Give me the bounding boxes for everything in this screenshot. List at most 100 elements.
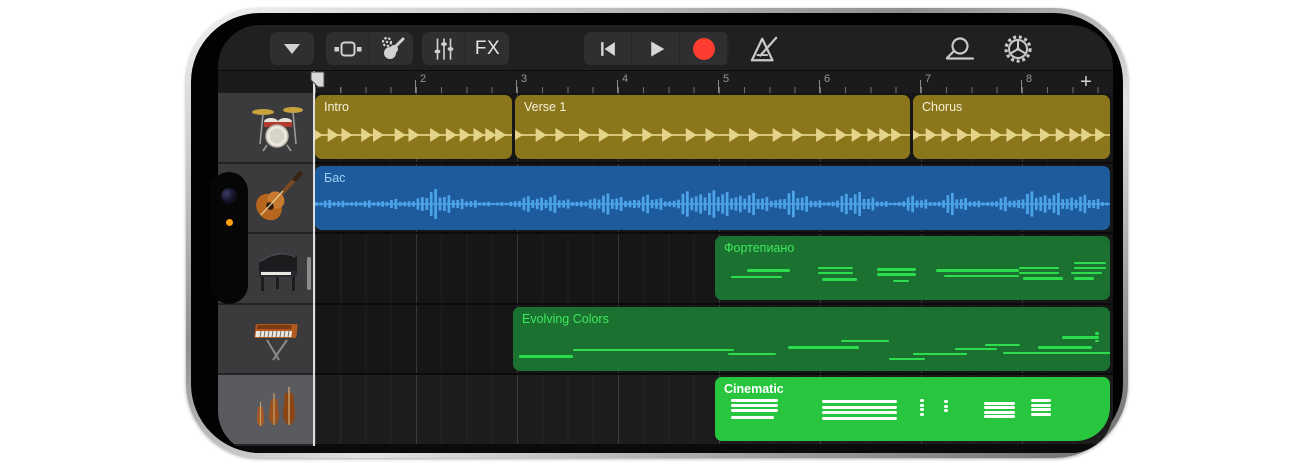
region-evolving-colors[interactable]: Evolving Colors: [513, 307, 1110, 371]
midi-note: [788, 346, 860, 348]
midi-note: [984, 406, 1016, 409]
midi-note: [944, 405, 948, 408]
track-header-synth[interactable]: [218, 305, 313, 376]
view-switch-group: [326, 32, 413, 65]
measure-label: 7: [925, 73, 931, 85]
playhead[interactable]: [313, 71, 315, 446]
gear-icon: [1002, 33, 1034, 65]
settings-button[interactable]: [1000, 33, 1036, 65]
midi-note: [984, 415, 1016, 418]
grand-piano-icon: [249, 241, 305, 295]
play-icon: [645, 38, 667, 60]
midi-note: [1019, 272, 1059, 274]
toolbar: FX: [218, 25, 1113, 70]
bass-guitar-icon: [249, 171, 305, 225]
midi-note: [984, 402, 1016, 405]
midi-note: [1003, 352, 1110, 354]
midi-note: [893, 280, 909, 282]
midi-note: [1074, 277, 1094, 279]
rewind-button[interactable]: [584, 32, 631, 65]
midi-note: [1031, 413, 1051, 416]
midi-note: [731, 404, 778, 407]
scroll-indicator[interactable]: [307, 257, 311, 290]
midi-note: [731, 276, 782, 278]
midi-note: [822, 278, 858, 280]
region-фортепиано[interactable]: Фортепиано: [715, 236, 1110, 300]
midi-note: [877, 268, 917, 270]
track-lane-strings[interactable]: Cinematic: [315, 375, 1113, 446]
midi-note: [822, 417, 897, 420]
midi-note: [818, 267, 854, 269]
measure-ticks: [314, 80, 1113, 93]
midi-note: [1074, 262, 1106, 264]
midi-note: [1071, 272, 1103, 274]
midi-note: [1031, 399, 1051, 402]
camera-active-indicator: [226, 219, 233, 226]
track-lane-drums[interactable]: IntroVerse 1Chorus: [315, 93, 1113, 164]
track-lane-piano[interactable]: Фортепиано: [315, 234, 1113, 305]
record-icon: [692, 37, 716, 61]
midi-note: [920, 399, 924, 402]
midi-note: [936, 269, 1019, 271]
midi-note: [877, 273, 917, 275]
loop-browser-button[interactable]: [942, 36, 978, 62]
track-lane-bass[interactable]: Бас: [315, 164, 1113, 235]
midi-note: [984, 411, 1016, 414]
region-label: Фортепиано: [724, 241, 794, 255]
mix-group: FX: [422, 32, 509, 65]
midi-note: [728, 353, 776, 355]
midi-note: [944, 400, 948, 403]
garageband-screen: FX: [218, 25, 1113, 453]
midi-note: [573, 349, 734, 351]
midi-note: [944, 275, 1019, 277]
ruler[interactable]: 12345678 +: [218, 70, 1113, 94]
metronome-button[interactable]: [745, 34, 785, 64]
nav-down-button[interactable]: [270, 32, 314, 65]
region-chorus[interactable]: Chorus: [913, 95, 1110, 159]
drum-kit-icon: [249, 100, 305, 154]
midi-note: [920, 413, 924, 416]
measure-label: 8: [1026, 73, 1032, 85]
measure-label: 2: [420, 73, 426, 85]
region-label: Cinematic: [724, 382, 784, 396]
midi-note: [731, 399, 778, 402]
midi-note: [747, 269, 790, 271]
chevron-down-icon: [283, 43, 301, 55]
playhead-flag[interactable]: [310, 71, 325, 88]
midi-note: [841, 340, 889, 342]
mixer-sliders-icon: [431, 36, 457, 62]
drum-waveform: [515, 95, 910, 159]
track-view-button[interactable]: [326, 32, 369, 65]
track-header-strings[interactable]: [218, 375, 313, 446]
midi-note: [519, 355, 573, 357]
midi-note: [920, 404, 924, 407]
play-button[interactable]: [632, 32, 679, 65]
midi-note: [1023, 277, 1063, 279]
metronome-icon: [748, 35, 782, 63]
midi-note: [1074, 267, 1106, 269]
midi-note: [731, 416, 774, 419]
record-button[interactable]: [680, 32, 727, 65]
track-view-icon: [334, 41, 362, 57]
region-бас[interactable]: Бас: [315, 166, 1110, 230]
add-bars-button[interactable]: +: [1075, 71, 1097, 93]
midi-note: [731, 409, 778, 412]
midi-note: [913, 353, 967, 355]
instrument-browser-button[interactable]: [370, 32, 413, 65]
midi-note: [1038, 346, 1092, 348]
region-intro[interactable]: Intro: [315, 95, 512, 159]
loop-icon: [944, 37, 976, 61]
track-header-drums[interactable]: [218, 93, 313, 164]
region-verse-1[interactable]: Verse 1: [515, 95, 910, 159]
mixer-button[interactable]: [422, 32, 465, 65]
region-cinematic[interactable]: Cinematic: [715, 377, 1110, 441]
measure-label: 5: [723, 73, 729, 85]
camera-lens: [221, 188, 237, 204]
fx-button[interactable]: FX: [466, 32, 509, 65]
track-lane-synth[interactable]: Evolving Colors: [315, 305, 1113, 376]
midi-note: [1095, 336, 1099, 338]
skip-to-start-icon: [597, 38, 619, 60]
tracks-area: IntroVerse 1ChorusБасФортепианоEvolving …: [218, 93, 1113, 446]
midi-note: [818, 272, 854, 274]
page-background: FX: [0, 0, 1303, 466]
